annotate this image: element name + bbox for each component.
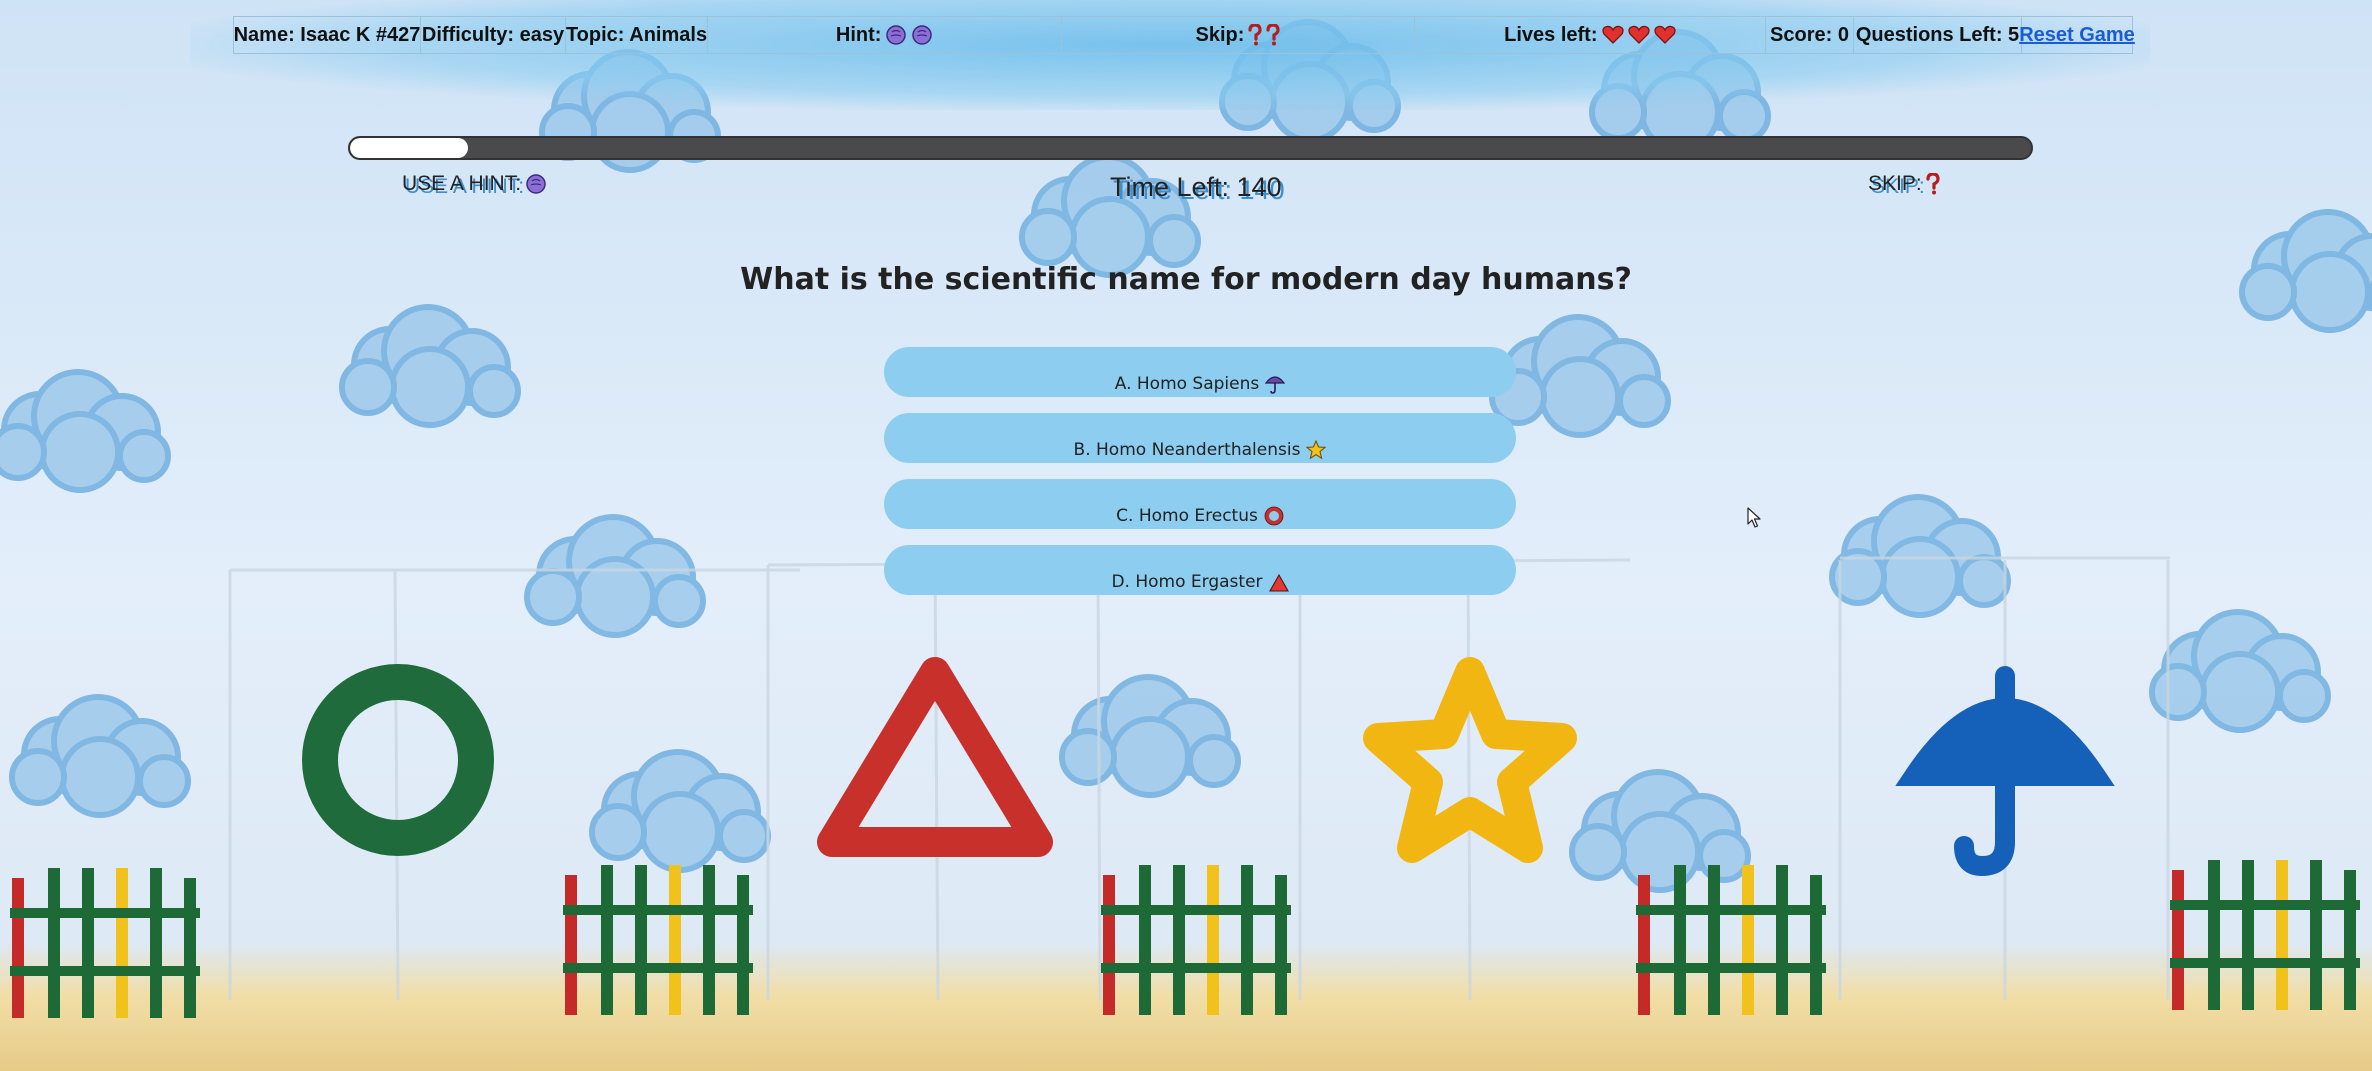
brain-icon — [911, 24, 933, 46]
status-bar: Name: Isaac K #427 Difficulty: easy Topi… — [233, 16, 2135, 54]
brain-icon — [885, 24, 907, 46]
reset-game-link[interactable]: Reset Game — [2019, 24, 2135, 47]
use-hint-button[interactable]: USE A HINT: — [402, 172, 547, 196]
answer-b-button[interactable]: B. Homo Neanderthalensis — [884, 413, 1516, 463]
umbrella-shape — [1895, 666, 2115, 877]
hint-label: Hint: — [835, 23, 882, 46]
skip-button[interactable]: SKIP: — [1868, 172, 1940, 196]
answer-a-button[interactable]: A. Homo Sapiens — [884, 347, 1516, 397]
umbrella-icon — [1265, 374, 1286, 394]
timer-progress-bar — [348, 136, 2033, 160]
skip-count-label: Skip: — [1195, 23, 1245, 46]
score-label: Score: 0 — [1766, 17, 1854, 53]
lives-label: Lives left: — [1504, 23, 1598, 46]
answer-label: A. Homo Sapiens — [1114, 374, 1260, 394]
answer-label: B. Homo Neanderthalensis — [1073, 440, 1301, 460]
circle-icon — [1264, 506, 1284, 526]
skip-count: Skip: — [1062, 17, 1415, 53]
skip-label: SKIP: — [1868, 172, 1922, 195]
reset-cell: Reset Game — [2019, 17, 2135, 53]
hint-count: Hint: — [708, 17, 1063, 53]
star-icon — [1306, 440, 1327, 460]
answer-list: A. Homo Sapiens B. Homo Neanderthalensis… — [884, 347, 1516, 611]
question-mark-icon — [1248, 24, 1263, 46]
question-text: What is the scientific name for modern d… — [740, 262, 1632, 297]
question-mark-icon — [1266, 24, 1281, 46]
brain-icon — [525, 173, 547, 195]
timer-progress-fill — [350, 138, 468, 158]
use-hint-label: USE A HINT: — [402, 172, 522, 195]
topic-label: Topic: Animals — [566, 17, 708, 53]
answer-d-button[interactable]: D. Homo Ergaster — [884, 545, 1516, 595]
triangle-icon — [1268, 574, 1289, 592]
heart-icon — [1601, 25, 1624, 45]
questions-left-label: Questions Left: 5 — [1854, 17, 2022, 53]
heart-icon — [1627, 25, 1650, 45]
mouse-cursor-icon — [1747, 507, 1761, 528]
lives-count: Lives left: — [1415, 17, 1766, 53]
answer-label: C. Homo Erectus — [1116, 506, 1258, 526]
answer-c-button[interactable]: C. Homo Erectus — [884, 479, 1516, 529]
answer-label: D. Homo Ergaster — [1111, 572, 1263, 592]
time-left-label: Time Left: 140 — [1110, 172, 1282, 202]
difficulty-label: Difficulty: easy — [421, 17, 566, 53]
player-name: Name: Isaac K #427 — [234, 17, 421, 53]
heart-icon — [1653, 25, 1676, 45]
question-mark-icon — [1926, 173, 1940, 195]
